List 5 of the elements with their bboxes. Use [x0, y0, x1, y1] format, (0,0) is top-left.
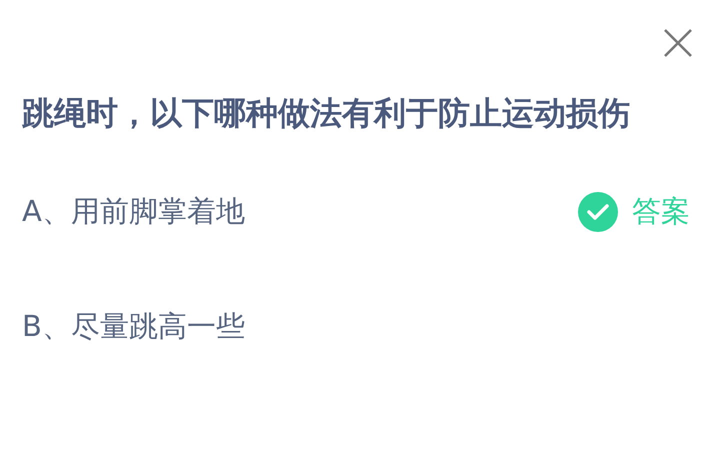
option-text[interactable]: A、用前脚掌着地: [22, 192, 578, 232]
option-text[interactable]: B、尽量跳高一些: [22, 306, 690, 346]
question-text: 跳绳时，以下哪种做法有利于防止运动损伤: [22, 93, 631, 134]
close-icon[interactable]: [663, 28, 693, 58]
answer-label: 答案: [632, 192, 690, 230]
